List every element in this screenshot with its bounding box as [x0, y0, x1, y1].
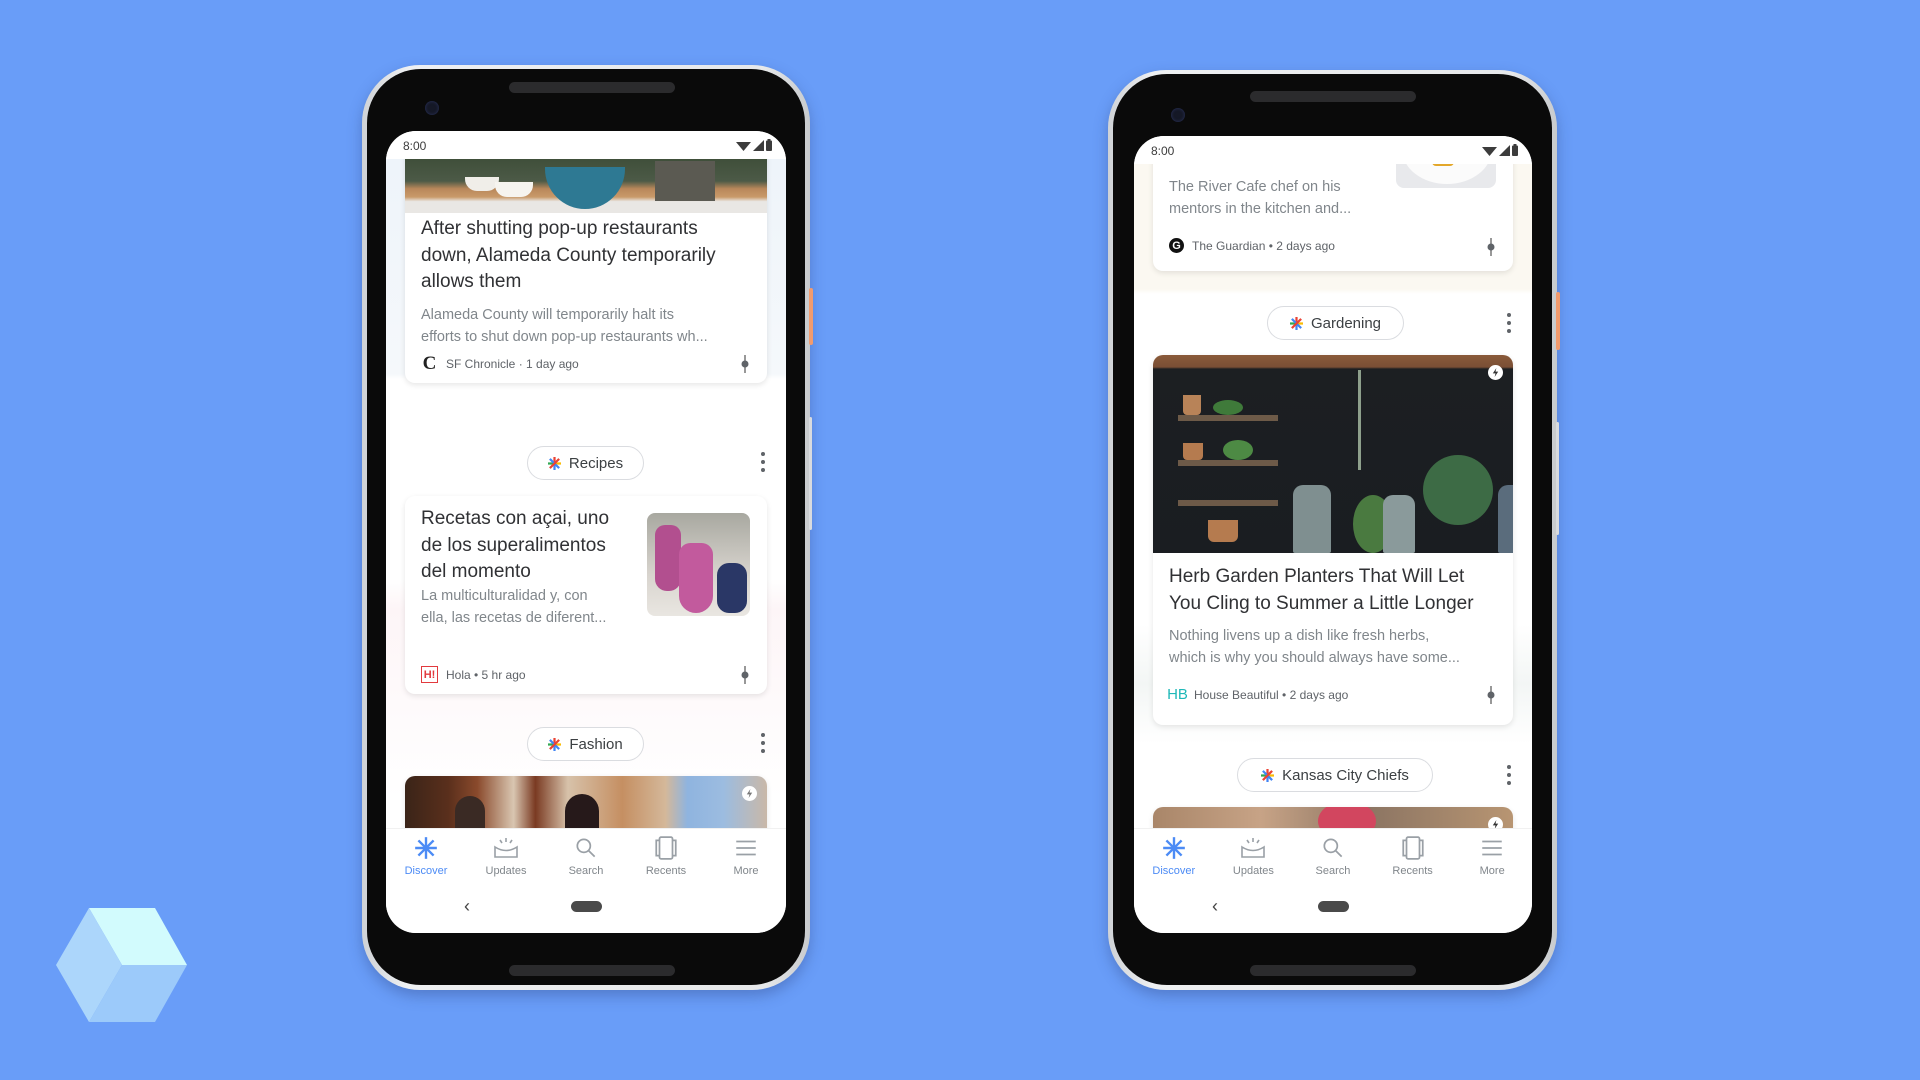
article-snippet: La multiculturalidad y, con ella, las re… — [421, 588, 607, 626]
more-options-icon[interactable] — [760, 452, 766, 472]
article-card[interactable] — [1153, 807, 1513, 828]
topic-chip-fashion[interactable]: Fashion — [527, 727, 644, 761]
article-image — [1153, 355, 1513, 553]
battery-icon — [1512, 144, 1518, 156]
article-thumbnail — [647, 513, 750, 616]
more-options-icon[interactable] — [760, 733, 766, 753]
amp-badge-icon — [1488, 817, 1503, 828]
hola-logo: H! — [421, 666, 438, 683]
top-speaker — [509, 82, 675, 93]
house-beautiful-logo: HB — [1167, 686, 1188, 703]
article-source: C SF Chronicle · 1 day ago — [422, 352, 579, 374]
power-button[interactable] — [1556, 292, 1560, 350]
article-card[interactable]: After shutting pop-up restaurants down, … — [405, 159, 767, 383]
front-camera — [425, 101, 439, 115]
article-card[interactable]: Recetas con açai, uno de los superalimen… — [405, 496, 767, 694]
pin-icon[interactable] — [1487, 686, 1495, 704]
nav-updates[interactable]: Updates — [474, 829, 538, 888]
article-source: G The Guardian • 2 days ago — [1169, 238, 1335, 253]
volume-button[interactable] — [809, 417, 812, 530]
recents-icon — [1401, 836, 1424, 860]
article-image — [405, 776, 767, 828]
topic-chip-recipes[interactable]: Recipes — [527, 446, 644, 480]
updates-icon — [494, 838, 518, 858]
discover-sparkle-icon — [1261, 768, 1275, 782]
discover-sparkle-icon — [1289, 316, 1303, 330]
wifi-icon — [736, 142, 751, 151]
status-time: 8:00 — [403, 139, 427, 153]
sf-chronicle-logo: C — [422, 352, 437, 374]
search-icon — [576, 838, 596, 858]
article-card[interactable]: The River Cafe chef on his mentors in th… — [1153, 164, 1513, 271]
nav-recents[interactable]: Recents — [1381, 829, 1445, 888]
discover-sparkle-icon — [548, 737, 562, 751]
topic-chip-gardening[interactable]: Gardening — [1267, 306, 1404, 340]
nav-updates[interactable]: Updates — [1221, 829, 1285, 888]
article-snippet: The River Cafe chef on his mentors in th… — [1169, 179, 1352, 217]
back-icon[interactable]: ‹ — [464, 896, 470, 917]
cellular-signal-icon — [1499, 145, 1510, 156]
nav-more[interactable]: More — [1460, 829, 1524, 888]
nav-discover[interactable]: Discover — [394, 829, 458, 888]
phone-left-screen: 8:00 After shutting pop-up restaurants d… — [386, 131, 786, 933]
discover-icon — [1162, 837, 1185, 859]
article-source: H! Hola • 5 hr ago — [421, 666, 526, 683]
article-headline[interactable]: Recetas con açai, uno de los superalimen… — [421, 506, 647, 586]
article-image — [405, 159, 767, 213]
bottom-navigation: Discover Updates Search Recents More — [386, 828, 786, 888]
pin-icon[interactable] — [1487, 238, 1495, 256]
guardian-logo: G — [1169, 238, 1184, 253]
front-camera — [1171, 108, 1185, 122]
volume-button[interactable] — [1556, 422, 1559, 535]
article-snippet: Alameda County will temporarily halt its… — [421, 307, 708, 345]
system-navigation-bar: ‹ — [1134, 888, 1532, 933]
discover-feed[interactable]: The River Cafe chef on his mentors in th… — [1134, 164, 1532, 828]
discover-sparkle-icon — [547, 456, 561, 470]
article-image — [1153, 807, 1513, 828]
status-time: 8:00 — [1151, 144, 1175, 158]
more-options-icon[interactable] — [1506, 765, 1512, 785]
cellular-signal-icon — [753, 140, 764, 151]
pin-icon[interactable] — [741, 355, 749, 373]
power-button[interactable] — [809, 288, 813, 345]
status-bar: 8:00 — [386, 131, 786, 159]
amp-badge-icon — [742, 786, 757, 801]
search-icon — [1323, 838, 1343, 858]
discover-icon — [415, 837, 437, 859]
cube-logo-icon — [56, 908, 187, 1022]
bottom-speaker — [1250, 965, 1416, 976]
nav-search[interactable]: Search — [554, 829, 618, 888]
status-bar: 8:00 — [1134, 136, 1532, 164]
nav-more[interactable]: More — [714, 829, 778, 888]
more-options-icon[interactable] — [1506, 313, 1512, 333]
article-snippet: Nothing livens up a dish like fresh herb… — [1169, 628, 1460, 666]
topic-chip-kansas-city-chiefs[interactable]: Kansas City Chiefs — [1237, 758, 1433, 792]
nav-search[interactable]: Search — [1301, 829, 1365, 888]
menu-icon — [1482, 840, 1502, 856]
bottom-navigation: Discover Updates Search Recents More — [1134, 828, 1532, 888]
nav-recents[interactable]: Recents — [634, 829, 698, 888]
amp-badge-icon — [1488, 365, 1503, 380]
home-pill[interactable] — [571, 901, 602, 912]
article-card[interactable]: Herb Garden Planters That Will Let You C… — [1153, 355, 1513, 725]
article-headline[interactable]: After shutting pop-up restaurants down, … — [421, 216, 751, 296]
pin-icon[interactable] — [741, 666, 749, 684]
article-card[interactable] — [405, 776, 767, 828]
article-thumbnail — [1396, 164, 1496, 188]
home-pill[interactable] — [1318, 901, 1349, 912]
discover-feed[interactable]: After shutting pop-up restaurants down, … — [386, 159, 786, 828]
system-navigation-bar: ‹ — [386, 888, 786, 933]
top-speaker — [1250, 91, 1416, 102]
recents-icon — [655, 836, 677, 860]
back-icon[interactable]: ‹ — [1212, 896, 1218, 917]
phone-right-screen: 8:00 The River Cafe chef on his mentors … — [1134, 136, 1532, 933]
article-source: HB House Beautiful • 2 days ago — [1167, 686, 1349, 703]
nav-discover[interactable]: Discover — [1142, 829, 1206, 888]
wifi-icon — [1482, 147, 1497, 156]
battery-icon — [766, 139, 772, 151]
bottom-speaker — [509, 965, 675, 976]
article-headline[interactable]: Herb Garden Planters That Will Let You C… — [1169, 564, 1497, 617]
updates-icon — [1241, 838, 1266, 858]
menu-icon — [736, 840, 756, 856]
